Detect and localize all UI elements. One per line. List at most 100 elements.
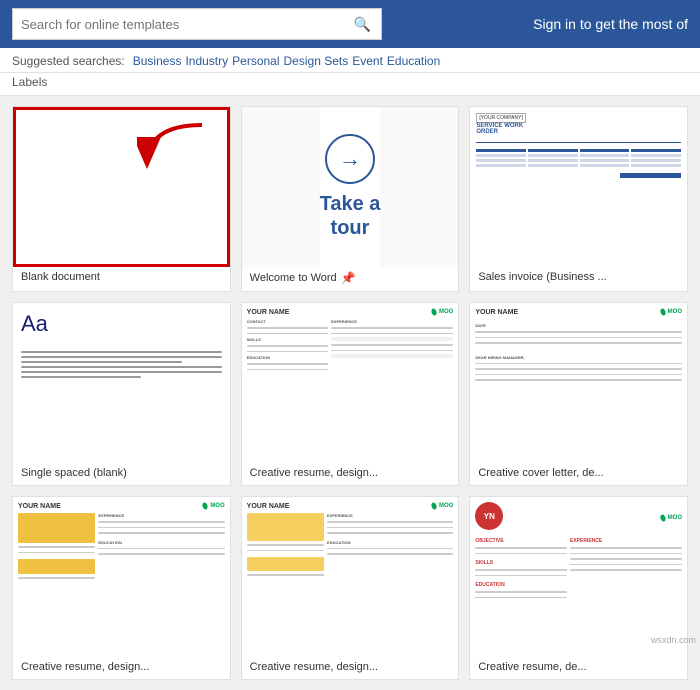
- invoice-cell: [476, 154, 526, 157]
- resume2-rline3: [98, 532, 224, 534]
- invoice-cell-7: [580, 159, 630, 162]
- resume3-right: EXPERIENCE EDUCATION: [327, 513, 453, 633]
- invoice-content: [YOUR COMPANY] SERVICE WORKORDER: [470, 107, 687, 267]
- resume2-content: YOUR NAME MOO: [13, 497, 230, 657]
- template-yn[interactable]: YN MOO OBJECTIVE SKI: [469, 496, 688, 680]
- moo-text-5: MOO: [668, 515, 682, 521]
- single-label: Single spaced (blank): [13, 463, 230, 485]
- invoice-cell-5: [476, 159, 526, 162]
- yn-rline5: [570, 569, 682, 571]
- tour-arrow-icon: →: [339, 146, 361, 172]
- template-invoice[interactable]: [YOUR COMPANY] SERVICE WORKORDER: [469, 106, 688, 292]
- sign-in-text: Sign in to get the most of: [533, 16, 688, 32]
- resume3-line3: [247, 574, 324, 576]
- invoice-cell-12: [631, 164, 681, 167]
- search-input[interactable]: [21, 17, 352, 32]
- suggestion-industry[interactable]: Industry: [185, 54, 228, 68]
- yn-rline2: [570, 553, 682, 555]
- templates-content: Blank document → Take atour Welcome to W…: [0, 96, 700, 690]
- suggestion-event[interactable]: Event: [352, 54, 383, 68]
- resume2-label: Creative resume, design...: [13, 657, 230, 679]
- moo-text-1: MOO: [439, 309, 453, 315]
- watermark: wsxdn.com: [651, 635, 696, 645]
- resume1-body: CONTACT SKILLS EDUCATION EXPERIENCE: [247, 319, 454, 449]
- resume1-edu: EDUCATION: [247, 355, 328, 360]
- cover1-spacer: [475, 347, 682, 353]
- template-blank[interactable]: Blank document: [12, 106, 231, 292]
- template-grid: Blank document → Take atour Welcome to W…: [12, 106, 688, 486]
- cover1-label: Creative cover letter, de...: [470, 463, 687, 485]
- template-resume1[interactable]: YOUR NAME MOO CONTACT: [241, 302, 460, 486]
- suggestion-education[interactable]: Education: [387, 54, 440, 68]
- moo-leaf-icon-3: [201, 502, 209, 510]
- doc-line-3: [21, 361, 182, 363]
- template-resume2[interactable]: YOUR NAME MOO: [12, 496, 231, 680]
- resume2-rline4: [98, 548, 224, 550]
- template-tour[interactable]: → Take atour Welcome to Word 📌: [241, 106, 460, 292]
- yn-body: OBJECTIVE SKILLS EDUCATION EXPERIENCE: [475, 538, 682, 648]
- moo-logo-3: MOO: [201, 502, 224, 510]
- suggestion-business[interactable]: Business: [133, 54, 182, 68]
- resume2-right: EXPERIENCE EDUCATION: [98, 513, 224, 633]
- moo-leaf-icon-4: [430, 502, 438, 510]
- resume3-rline4: [327, 548, 453, 550]
- moo-logo-5: MOO: [659, 514, 682, 522]
- invoice-cell-2: [528, 154, 578, 157]
- cover1-thumb: YOUR NAME MOO DATE: [470, 303, 687, 463]
- invoice-company: [YOUR COMPANY]: [476, 113, 526, 123]
- resume2-exp: EXPERIENCE: [98, 513, 224, 518]
- tour-circle-icon: →: [325, 134, 375, 184]
- resume3-rline3: [327, 532, 453, 534]
- yn-skills-title: SKILLS: [475, 560, 567, 566]
- cover1-name: YOUR NAME: [475, 309, 518, 316]
- suggestion-personal[interactable]: Personal: [232, 54, 279, 68]
- resume1-rline1: [331, 327, 453, 329]
- resume1-line2: [247, 333, 328, 335]
- yn-content: YN MOO OBJECTIVE SKI: [470, 497, 687, 657]
- yn-line5: [475, 591, 567, 593]
- blank-thumb: [13, 107, 230, 267]
- suggestion-design-sets[interactable]: Design Sets: [284, 54, 349, 68]
- template-cover1[interactable]: YOUR NAME MOO DATE: [469, 302, 688, 486]
- doc-line-5: [21, 371, 222, 373]
- resume3-thumb: YOUR NAME MOO: [242, 497, 459, 657]
- tour-thumb: → Take atour: [242, 107, 459, 267]
- resume2-rline5: [98, 553, 224, 555]
- invoice-cell-10: [528, 164, 578, 167]
- doc-line-6: [21, 376, 141, 378]
- resume3-rline5: [327, 553, 453, 555]
- cover1-body: DATE DEAR HIRING MANAGER,: [475, 319, 682, 382]
- tour-label-text: Welcome to Word: [250, 272, 337, 284]
- invoice-divider: [476, 142, 681, 143]
- invoice-total-row: [476, 173, 681, 178]
- cover1-line6: [475, 374, 682, 376]
- invoice-header: [YOUR COMPANY] SERVICE WORKORDER: [476, 113, 681, 135]
- resume2-left: [18, 513, 95, 633]
- resume2-rline2: [98, 527, 224, 529]
- moo-logo-1: MOO: [430, 308, 453, 316]
- cover1-line4: [475, 363, 682, 365]
- moo-text-3: MOO: [210, 503, 224, 509]
- resume3-rline1: [327, 521, 453, 523]
- template-single[interactable]: Aa Single spaced (blank): [12, 302, 231, 486]
- resume1-skills: SKILLS: [247, 337, 328, 342]
- invoice-row-4: [476, 164, 681, 167]
- bottom-row: YOUR NAME MOO: [12, 496, 688, 680]
- search-bar-container[interactable]: 🔍: [12, 8, 382, 40]
- resume3-header: YOUR NAME MOO: [247, 502, 454, 510]
- doc-line-2: [21, 356, 222, 358]
- resume1-thumb: YOUR NAME MOO CONTACT: [242, 303, 459, 463]
- yn-right: EXPERIENCE: [570, 538, 682, 648]
- resume1-exp: EXPERIENCE: [331, 319, 453, 324]
- resume3-edu: EDUCATION: [327, 540, 453, 545]
- resume3-yellow-block2: [247, 557, 324, 571]
- resume1-rline4: [331, 350, 453, 352]
- template-resume3[interactable]: YOUR NAME MOO: [241, 496, 460, 680]
- search-button[interactable]: 🔍: [352, 16, 373, 33]
- yn-rline4: [570, 564, 682, 566]
- resume3-left: [247, 513, 324, 633]
- invoice-cell-3: [580, 154, 630, 157]
- yn-header: YN MOO: [475, 502, 682, 534]
- line-group: [21, 351, 222, 378]
- invoice-cell-9: [476, 164, 526, 167]
